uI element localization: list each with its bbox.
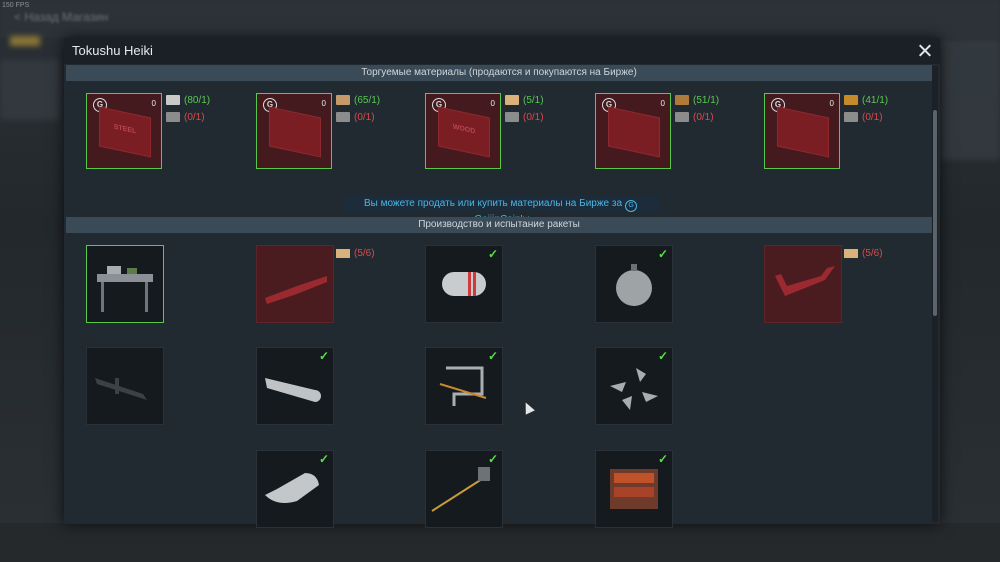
- market-icon: [166, 112, 180, 123]
- material-market: (0/1): [166, 112, 205, 123]
- scrollbar[interactable]: [932, 66, 938, 522]
- material-crate-label: WOOD: [452, 123, 476, 136]
- part-requirement: (5/6): [844, 248, 883, 259]
- material-crate-label: [777, 120, 829, 131]
- material-slot[interactable]: G 0 STEEL: [86, 93, 162, 169]
- material-have-value: (41/1): [862, 95, 889, 106]
- material-icon: [166, 95, 180, 106]
- checkmark-icon: ✓: [487, 247, 498, 261]
- material-crate-icon: STEEL: [99, 106, 151, 158]
- production-part-wing-part[interactable]: [256, 245, 334, 323]
- production-section-header: Производство и испытание ракеты: [66, 217, 932, 233]
- fps-counter: 150 FPS: [2, 2, 30, 9]
- material-crate-icon: WOOD: [438, 106, 490, 158]
- checkmark-icon: ✓: [487, 349, 498, 363]
- material-count: 0: [660, 99, 665, 108]
- production-part-missile[interactable]: [86, 347, 164, 425]
- material-market: (0/1): [505, 112, 544, 123]
- production-part-warhead-cylinder[interactable]: ✓: [425, 245, 503, 323]
- material-count: 0: [490, 99, 495, 108]
- checkmark-icon: ✓: [657, 349, 668, 363]
- market-icon: [505, 112, 519, 123]
- market-icon: [336, 112, 350, 123]
- material-have-value: (5/1): [523, 95, 544, 106]
- material-count: 0: [321, 99, 326, 108]
- material-count: 0: [829, 99, 834, 108]
- material-crate-label: [608, 120, 660, 131]
- gaijin-coin-icon: G: [625, 200, 638, 212]
- background-badge: [10, 36, 40, 46]
- material-market-value: (0/1): [523, 112, 544, 123]
- material-slot[interactable]: G 0 WOOD: [425, 93, 501, 169]
- material-market-value: (0/1): [354, 112, 375, 123]
- market-icon: [844, 112, 858, 123]
- material-have: (80/1): [166, 95, 210, 106]
- material-market: (0/1): [844, 112, 883, 123]
- materials-section-header: Торгуемые материалы (продаются и покупаю…: [66, 65, 932, 81]
- part-requirement-value: (5/6): [862, 248, 883, 259]
- background-topbar: [0, 0, 1000, 38]
- production-part-fins[interactable]: ✓: [595, 347, 673, 425]
- material-have: (65/1): [336, 95, 380, 106]
- material-have: (51/1): [675, 95, 719, 106]
- checkmark-icon: ✓: [657, 452, 668, 466]
- material-have: (5/1): [505, 95, 544, 106]
- production-part-antenna[interactable]: ✓: [425, 450, 503, 528]
- workbench-icon: [87, 246, 163, 327]
- material-count: 0: [151, 99, 156, 108]
- material-market: (0/1): [675, 112, 714, 123]
- market-icon: [675, 112, 689, 123]
- material-icon: [844, 95, 858, 106]
- material-slot[interactable]: G0: [256, 93, 332, 169]
- checkmark-icon: ✓: [318, 452, 329, 466]
- material-slot[interactable]: G0: [764, 93, 840, 169]
- background-panel: [0, 60, 60, 120]
- material-crate-icon: [777, 106, 829, 158]
- part-requirement-value: (5/6): [354, 248, 375, 259]
- production-part-sphere-tank[interactable]: ✓: [595, 245, 673, 323]
- material-crate-label: STEEL: [113, 123, 137, 136]
- checkmark-icon: ✓: [657, 247, 668, 261]
- production-part-tail-part[interactable]: [764, 245, 842, 323]
- material-market-value: (0/1): [862, 112, 883, 123]
- material-have-value: (51/1): [693, 95, 720, 106]
- wood-plank-icon: [336, 248, 350, 258]
- exchange-info[interactable]: Вы можете продать или купить материалы н…: [344, 196, 660, 225]
- production-part-engine-body[interactable]: ✓: [256, 347, 334, 425]
- checkmark-icon: ✓: [487, 452, 498, 466]
- exchange-info-text: Вы можете продать или купить материалы н…: [363, 198, 623, 209]
- material-icon: [675, 95, 689, 106]
- scroll-thumb[interactable]: [933, 110, 937, 316]
- missile-icon: [87, 348, 163, 429]
- material-crate-icon: [608, 106, 660, 158]
- checkmark-icon: ✓: [318, 349, 329, 363]
- material-market-value: (0/1): [693, 112, 714, 123]
- window-title: Tokushu Heiki: [72, 43, 153, 58]
- close-icon[interactable]: [914, 40, 936, 62]
- production-part-workbench[interactable]: [86, 245, 164, 323]
- window-header: Tokushu Heiki: [64, 38, 940, 64]
- production-part-fuel-tank[interactable]: ✓: [256, 450, 334, 528]
- tail-part-icon: [765, 246, 841, 327]
- material-crate-icon: [269, 106, 321, 158]
- wood-plank-icon: [844, 248, 858, 258]
- material-have: (41/1): [844, 95, 888, 106]
- material-slot[interactable]: G0: [595, 93, 671, 169]
- background-panel-right: [940, 40, 1000, 160]
- material-icon: [336, 95, 350, 106]
- material-icon: [505, 95, 519, 106]
- part-requirement: (5/6): [336, 248, 375, 259]
- material-have-value: (80/1): [184, 95, 211, 106]
- background-title: < Назад Магазин: [14, 10, 109, 24]
- material-have-value: (65/1): [354, 95, 381, 106]
- crafting-window: Tokushu Heiki Торгуемые материалы (прода…: [64, 38, 940, 528]
- wing-part-icon: [257, 246, 333, 327]
- material-crate-label: [269, 120, 321, 131]
- production-part-pipes[interactable]: ✓: [425, 347, 503, 425]
- material-market: (0/1): [336, 112, 375, 123]
- material-market-value: (0/1): [184, 112, 205, 123]
- production-part-electronics[interactable]: ✓: [595, 450, 673, 528]
